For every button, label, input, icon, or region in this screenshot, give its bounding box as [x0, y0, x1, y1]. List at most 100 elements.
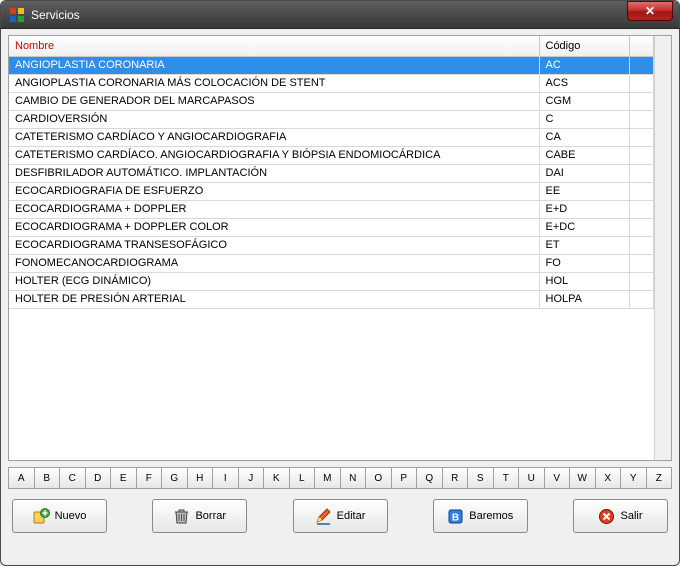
- cell-code: CABE: [539, 146, 629, 164]
- cell-name: DESFIBRILADOR AUTOMÁTICO. IMPLANTACIÓN: [9, 164, 539, 182]
- table-row[interactable]: FONOMECANOCARDIOGRAMAFO: [9, 254, 654, 272]
- column-header-code[interactable]: Código: [539, 36, 629, 56]
- cell-spacer: [629, 164, 654, 182]
- cell-code: C: [539, 110, 629, 128]
- table-row[interactable]: CARDIOVERSIÓNC: [9, 110, 654, 128]
- delete-button[interactable]: Borrar: [152, 499, 247, 533]
- new-icon: [33, 508, 50, 525]
- cell-name: ECOCARDIOGRAFIA DE ESFUERZO: [9, 182, 539, 200]
- table-row[interactable]: ANGIOPLASTIA CORONARIA MÁS COLOCACIÓN DE…: [9, 74, 654, 92]
- table-row[interactable]: CATETERISMO CARDÍACO Y ANGIOCARDIOGRAFIA…: [9, 128, 654, 146]
- exit-button-label: Salir: [620, 510, 642, 522]
- table-row[interactable]: ECOCARDIOGRAMA + DOPPLERE+D: [9, 200, 654, 218]
- alpha-filter-s[interactable]: S: [467, 467, 494, 489]
- client-area: Nombre Código ANGIOPLASTIA CORONARIAACAN…: [2, 29, 678, 564]
- app-icon: [9, 7, 25, 23]
- table-row[interactable]: ECOCARDIOGRAMA TRANSESOFÁGICOET: [9, 236, 654, 254]
- alpha-filter-v[interactable]: V: [544, 467, 571, 489]
- cell-spacer: [629, 200, 654, 218]
- column-header-name[interactable]: Nombre: [9, 36, 539, 56]
- cell-spacer: [629, 92, 654, 110]
- cell-spacer: [629, 218, 654, 236]
- cell-code: CGM: [539, 92, 629, 110]
- cell-name: CAMBIO DE GENERADOR DEL MARCAPASOS: [9, 92, 539, 110]
- table-row[interactable]: ECOCARDIOGRAFIA DE ESFUERZOEE: [9, 182, 654, 200]
- cell-code: FO: [539, 254, 629, 272]
- alpha-filter-a[interactable]: A: [8, 467, 35, 489]
- close-button[interactable]: ✕: [627, 1, 673, 21]
- services-table-container: Nombre Código ANGIOPLASTIA CORONARIAACAN…: [8, 35, 672, 461]
- baremos-button-label: Baremos: [469, 510, 513, 522]
- alpha-filter-q[interactable]: Q: [416, 467, 443, 489]
- cell-name: CATETERISMO CARDÍACO Y ANGIOCARDIOGRAFIA: [9, 128, 539, 146]
- cell-spacer: [629, 110, 654, 128]
- cell-name: CARDIOVERSIÓN: [9, 110, 539, 128]
- table-row[interactable]: CAMBIO DE GENERADOR DEL MARCAPASOSCGM: [9, 92, 654, 110]
- cell-spacer: [629, 254, 654, 272]
- cell-name: ECOCARDIOGRAMA + DOPPLER: [9, 200, 539, 218]
- exit-icon: [598, 508, 615, 525]
- vertical-scrollbar[interactable]: [654, 36, 671, 460]
- window-title: Servicios: [31, 8, 675, 22]
- cell-name: ECOCARDIOGRAMA + DOPPLER COLOR: [9, 218, 539, 236]
- cell-code: AC: [539, 56, 629, 74]
- table-row[interactable]: ANGIOPLASTIA CORONARIAAC: [9, 56, 654, 74]
- table-row[interactable]: HOLTER DE PRESIÓN ARTERIALHOLPA: [9, 290, 654, 308]
- titlebar[interactable]: Servicios ✕: [1, 1, 679, 29]
- alpha-filter-i[interactable]: I: [212, 467, 239, 489]
- cell-code: HOL: [539, 272, 629, 290]
- cell-spacer: [629, 272, 654, 290]
- cell-code: CA: [539, 128, 629, 146]
- alpha-filter-o[interactable]: O: [365, 467, 392, 489]
- alpha-filter-y[interactable]: Y: [620, 467, 647, 489]
- table-scroll-area[interactable]: Nombre Código ANGIOPLASTIA CORONARIAACAN…: [9, 36, 654, 460]
- cell-name: CATETERISMO CARDÍACO. ANGIOCARDIOGRAFIA …: [9, 146, 539, 164]
- alpha-filter-e[interactable]: E: [110, 467, 137, 489]
- alpha-filter-w[interactable]: W: [569, 467, 596, 489]
- alpha-filter-p[interactable]: P: [391, 467, 418, 489]
- alpha-filter-j[interactable]: J: [238, 467, 265, 489]
- table-row[interactable]: CATETERISMO CARDÍACO. ANGIOCARDIOGRAFIA …: [9, 146, 654, 164]
- delete-button-label: Borrar: [195, 510, 226, 522]
- svg-text:B: B: [452, 512, 459, 523]
- table-row[interactable]: HOLTER (ECG DINÁMICO)HOL: [9, 272, 654, 290]
- edit-button-label: Editar: [337, 510, 366, 522]
- alpha-filter-b[interactable]: B: [34, 467, 61, 489]
- alpha-filter-g[interactable]: G: [161, 467, 188, 489]
- alpha-filter-m[interactable]: M: [314, 467, 341, 489]
- cell-spacer: [629, 74, 654, 92]
- cell-name: HOLTER (ECG DINÁMICO): [9, 272, 539, 290]
- cell-code: ACS: [539, 74, 629, 92]
- new-button-label: Nuevo: [55, 510, 87, 522]
- cell-code: DAI: [539, 164, 629, 182]
- table-row[interactable]: ECOCARDIOGRAMA + DOPPLER COLORE+DC: [9, 218, 654, 236]
- cell-spacer: [629, 146, 654, 164]
- cell-name: HOLTER DE PRESIÓN ARTERIAL: [9, 290, 539, 308]
- alpha-filter-h[interactable]: H: [187, 467, 214, 489]
- alpha-filter-f[interactable]: F: [136, 467, 163, 489]
- alpha-filter-x[interactable]: X: [595, 467, 622, 489]
- new-button[interactable]: Nuevo: [12, 499, 107, 533]
- cell-code: E+DC: [539, 218, 629, 236]
- alpha-filter-n[interactable]: N: [340, 467, 367, 489]
- alpha-filter-r[interactable]: R: [442, 467, 469, 489]
- alpha-filter-k[interactable]: K: [263, 467, 290, 489]
- services-table: Nombre Código ANGIOPLASTIA CORONARIAACAN…: [9, 36, 654, 309]
- baremos-icon: B: [447, 508, 464, 525]
- alpha-filter-t[interactable]: T: [493, 467, 520, 489]
- cell-spacer: [629, 182, 654, 200]
- window-frame: Servicios ✕ Nombre Código: [0, 0, 680, 566]
- table-row[interactable]: DESFIBRILADOR AUTOMÁTICO. IMPLANTACIÓNDA…: [9, 164, 654, 182]
- alpha-filter-c[interactable]: C: [59, 467, 86, 489]
- cell-code: HOLPA: [539, 290, 629, 308]
- edit-button[interactable]: Editar: [293, 499, 388, 533]
- alpha-filter-z[interactable]: Z: [646, 467, 673, 489]
- baremos-button[interactable]: B Baremos: [433, 499, 528, 533]
- cell-name: FONOMECANOCARDIOGRAMA: [9, 254, 539, 272]
- cell-name: ECOCARDIOGRAMA TRANSESOFÁGICO: [9, 236, 539, 254]
- alpha-filter-u[interactable]: U: [518, 467, 545, 489]
- trash-icon: [173, 508, 190, 525]
- exit-button[interactable]: Salir: [573, 499, 668, 533]
- alpha-filter-d[interactable]: D: [85, 467, 112, 489]
- alpha-filter-l[interactable]: L: [289, 467, 316, 489]
